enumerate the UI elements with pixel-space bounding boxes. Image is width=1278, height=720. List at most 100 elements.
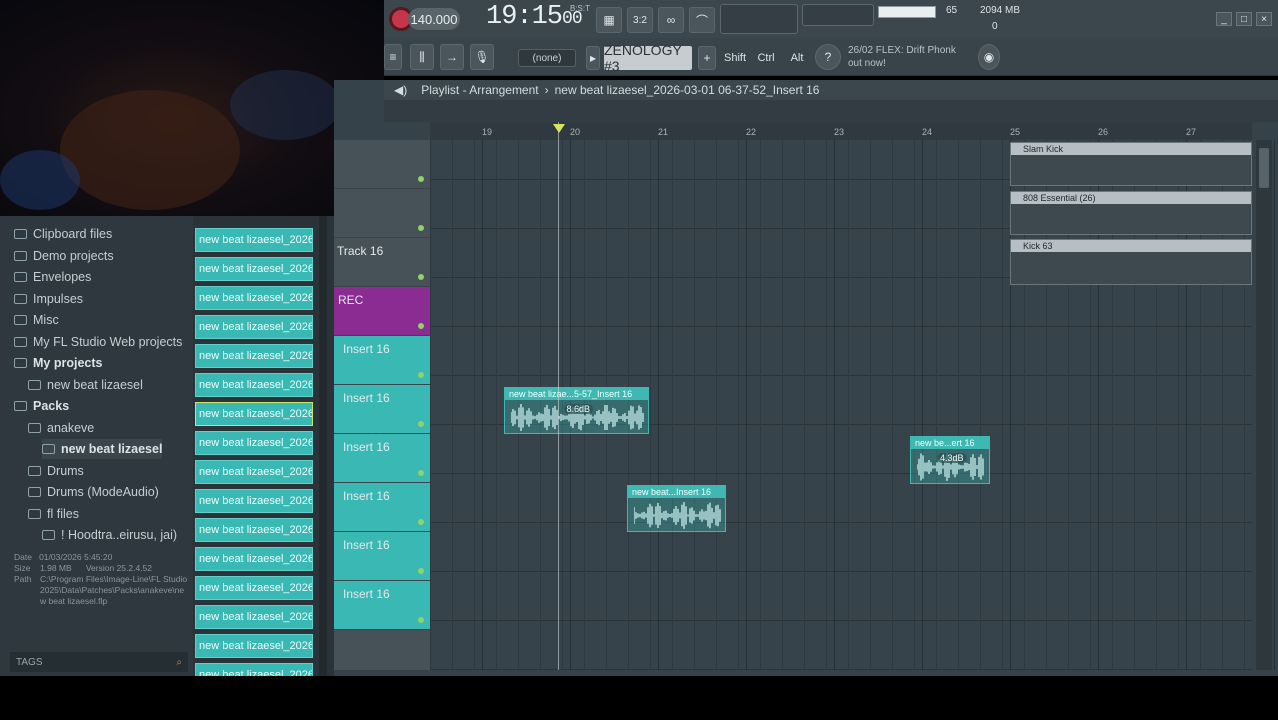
channel-button[interactable]: new beat lizaesel_2026- bbox=[195, 373, 313, 397]
channel-button[interactable]: new beat lizaesel_2026- bbox=[195, 431, 313, 455]
track-mute-led[interactable] bbox=[418, 470, 424, 476]
prev-plugin-button[interactable]: ▸ bbox=[586, 46, 600, 70]
track-mute-led[interactable] bbox=[418, 225, 424, 231]
browser-item[interactable]: Envelopes bbox=[14, 267, 91, 287]
shift-key[interactable]: Shift bbox=[722, 47, 748, 69]
ruler-tick: 25 bbox=[1010, 127, 1021, 137]
channel-button[interactable]: new beat lizaesel_2026- bbox=[195, 576, 313, 600]
track-mute-led[interactable] bbox=[418, 176, 424, 182]
track-header[interactable]: Insert 16 bbox=[334, 336, 430, 385]
audio-clip[interactable]: new beat...Insert 16 bbox=[627, 485, 726, 532]
pattern-clip[interactable]: 808 Essential (26) bbox=[1010, 191, 1252, 235]
channel-button[interactable]: new beat lizaesel_2026- bbox=[195, 634, 313, 658]
countdown-button[interactable]: ⌒ bbox=[689, 7, 715, 33]
add-plugin-button[interactable]: + bbox=[698, 46, 716, 70]
track-mute-led[interactable] bbox=[418, 323, 424, 329]
browser-item[interactable]: Misc bbox=[14, 310, 59, 330]
browser-item[interactable]: Packs bbox=[14, 396, 69, 416]
news-panel[interactable]: 26/02 FLEX: Drift Phonk out now! bbox=[848, 44, 956, 70]
speaker-icon[interactable]: ◀) bbox=[394, 83, 407, 97]
account-button[interactable]: ◉ bbox=[978, 44, 1000, 70]
plugin-name[interactable]: ZENOLOGY #3 bbox=[604, 42, 692, 74]
track-header[interactable]: REC bbox=[334, 287, 430, 336]
tags-bar[interactable]: TAGS ⌕ bbox=[10, 652, 188, 672]
channel-button[interactable]: new beat lizaesel_2026- bbox=[195, 489, 313, 513]
audio-clip[interactable]: new be...ert 16 4.3dB bbox=[910, 436, 990, 484]
channel-button[interactable]: new beat lizaesel_2026- bbox=[195, 518, 313, 542]
track-header[interactable]: Insert 16 bbox=[334, 581, 430, 630]
close-button[interactable]: × bbox=[1256, 12, 1272, 26]
track-mute-led[interactable] bbox=[418, 372, 424, 378]
pattern-clip[interactable]: Kick 63 bbox=[1010, 239, 1252, 285]
browser-item[interactable]: Demo projects bbox=[14, 246, 114, 266]
browser-item[interactable]: ! Hoodtra..eirusu, jai) bbox=[42, 525, 177, 545]
channel-button[interactable]: new beat lizaesel_2026- bbox=[195, 460, 313, 484]
track-header[interactable]: Insert 16 bbox=[334, 434, 430, 483]
channel-button[interactable]: new beat lizaesel_2026- bbox=[195, 547, 313, 571]
playlist-scrollbar[interactable] bbox=[1256, 140, 1272, 670]
ruler-tick: 26 bbox=[1098, 127, 1109, 137]
channel-button[interactable]: new beat lizaesel_2026- bbox=[195, 228, 313, 252]
channel-button[interactable]: new beat lizaesel_2026- bbox=[195, 605, 313, 629]
folder-icon bbox=[14, 272, 27, 282]
pattern-selector[interactable]: (none) bbox=[518, 49, 576, 67]
time-display[interactable]: 19:1500 bbox=[486, 2, 583, 32]
browser-item[interactable]: anakeve bbox=[28, 418, 94, 438]
news-line-2: out now! bbox=[848, 58, 886, 69]
track-header[interactable] bbox=[334, 140, 430, 189]
play-icon: ▸ bbox=[589, 51, 597, 65]
typing-keyboard-button[interactable]: ▦ bbox=[596, 7, 622, 33]
browser-item[interactable]: My projects bbox=[14, 353, 102, 373]
user-icon: ◉ bbox=[983, 50, 995, 64]
news-button[interactable]: ? bbox=[815, 44, 841, 70]
browser-item[interactable]: My FL Studio Web projects bbox=[14, 332, 182, 352]
track-mute-led[interactable] bbox=[418, 519, 424, 525]
step-edit-button[interactable]: 3:2 bbox=[627, 7, 653, 33]
track-header[interactable]: Insert 16 bbox=[334, 483, 430, 532]
alt-key[interactable]: Alt bbox=[784, 47, 810, 69]
track-header[interactable]: Insert 16 bbox=[334, 532, 430, 581]
browser-item[interactable]: new beat lizaesel bbox=[28, 375, 143, 395]
playhead-marker[interactable] bbox=[553, 124, 565, 133]
track-mute-led[interactable] bbox=[418, 274, 424, 280]
channel-button[interactable]: new beat lizaesel_2026- bbox=[195, 402, 313, 426]
cpu-value: 65 bbox=[946, 5, 958, 16]
maximize-button[interactable]: □ bbox=[1236, 12, 1252, 26]
channel-button[interactable]: new beat lizaesel_2026- bbox=[195, 315, 313, 339]
browser-item[interactable]: Impulses bbox=[14, 289, 83, 309]
track-header[interactable]: Track 16 bbox=[334, 238, 430, 287]
audio-clip-title: new be...ert 16 bbox=[911, 437, 989, 449]
search-icon[interactable]: ⌕ bbox=[176, 657, 182, 668]
track-header[interactable] bbox=[334, 189, 430, 238]
scroll-thumb[interactable] bbox=[1259, 148, 1269, 188]
ruler-tick: 20 bbox=[570, 127, 581, 137]
pattern-clip[interactable]: Slam Kick bbox=[1010, 142, 1252, 186]
track-header[interactable]: Insert 16 bbox=[334, 385, 430, 434]
master-volume[interactable] bbox=[802, 4, 874, 26]
mixer-button[interactable]: ⫼ bbox=[410, 44, 434, 70]
channel-button[interactable]: new beat lizaesel_2026- bbox=[195, 286, 313, 310]
minimize-button[interactable]: _ bbox=[1216, 12, 1232, 26]
tempo-display[interactable]: 140.000 bbox=[408, 8, 460, 30]
browser-item-label: Clipboard files bbox=[33, 227, 113, 241]
channel-button[interactable]: new beat lizaesel_2026- bbox=[195, 257, 313, 281]
audio-clip[interactable]: new beat lizae...5-57_Insert 16 8.6dB bbox=[504, 387, 649, 434]
browser-item[interactable]: fl files bbox=[28, 504, 79, 524]
track-mute-led[interactable] bbox=[418, 617, 424, 623]
ctrl-key[interactable]: Ctrl bbox=[753, 47, 779, 69]
bar-line bbox=[834, 140, 835, 670]
wait-button[interactable]: ∞ bbox=[658, 7, 684, 33]
track-mute-led[interactable] bbox=[418, 421, 424, 427]
snap-button[interactable]: → bbox=[440, 44, 464, 70]
browser-item[interactable]: Clipboard files bbox=[14, 224, 112, 244]
webcam-overlay bbox=[0, 0, 384, 216]
audio-clip-title: new beat...Insert 16 bbox=[628, 486, 725, 498]
browser-item[interactable]: new beat lizaesel bbox=[42, 439, 163, 459]
track-mute-led[interactable] bbox=[418, 568, 424, 574]
mic-button[interactable]: 🎙 bbox=[470, 44, 494, 70]
channel-scrollbar[interactable] bbox=[319, 216, 327, 676]
channel-button[interactable]: new beat lizaesel_2026- bbox=[195, 344, 313, 368]
browser-item[interactable]: Drums bbox=[28, 461, 84, 481]
menu-button[interactable]: ≡ bbox=[384, 44, 402, 70]
browser-item[interactable]: Drums (ModeAudio) bbox=[28, 482, 159, 502]
